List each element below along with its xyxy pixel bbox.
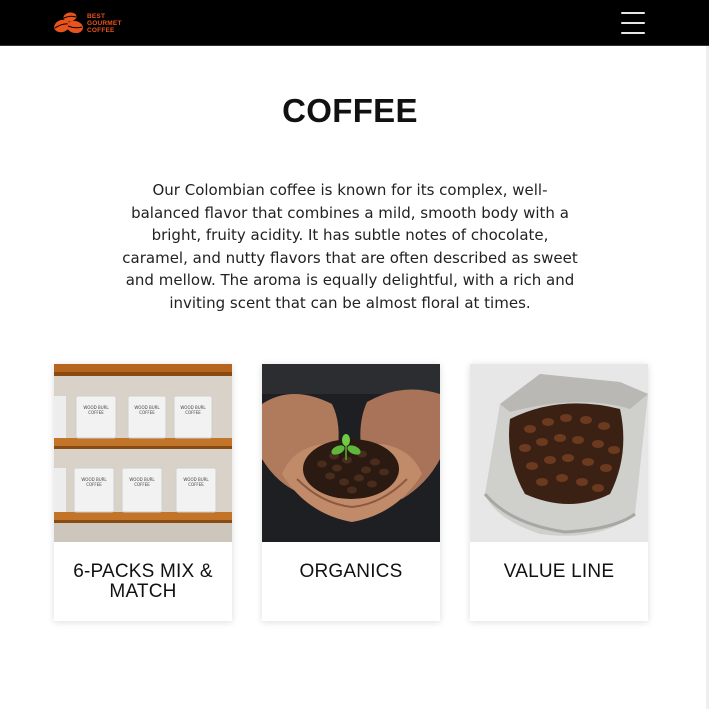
coffee-beans-logo-icon [54,12,83,34]
menu-bar-line [621,22,645,24]
hands-with-coffee-beans-image [262,364,440,542]
menu-bar-line [621,12,645,14]
bag-label: COFFEE [88,410,104,415]
page-title: COFFEE [282,92,418,129]
open-bag-of-beans-image [470,364,648,542]
bag-label: COFFEE [185,410,201,415]
logo-wordmark: BEST GOURMET COFFEE [87,13,122,34]
category-card-6-packs[interactable]: WOOD BURL COFFEE WOOD BURL COFFEE WOOD B… [54,364,232,621]
hamburger-menu-icon[interactable] [621,11,645,35]
brand-logo[interactable]: BEST GOURMET COFFEE [53,11,122,35]
top-navigation-bar: BEST GOURMET COFFEE [0,0,709,46]
bag-label: COFFEE [134,482,150,487]
coffee-bags-on-shelves-image: WOOD BURL COFFEE WOOD BURL COFFEE WOOD B… [54,364,232,542]
logo-line-2: GOURMET [87,19,122,27]
bag-label: COFFEE [86,482,102,487]
logo-line-3: COFFEE [87,26,115,34]
bag-label: COFFEE [188,482,204,487]
category-card-organics[interactable]: ORGANICS [262,364,440,621]
intro-paragraph: Our Colombian coffee is known for its co… [122,181,578,312]
bag-label: COFFEE [139,410,155,415]
card-title[interactable]: ORGANICS [266,562,436,582]
logo-line-1: BEST [87,12,106,20]
card-title[interactable]: 6-PACKS MIX & MATCH [58,562,228,602]
menu-bar-line [621,32,645,34]
category-card-value-line[interactable]: VALUE LINE [470,364,648,621]
card-title[interactable]: VALUE LINE [474,562,644,582]
